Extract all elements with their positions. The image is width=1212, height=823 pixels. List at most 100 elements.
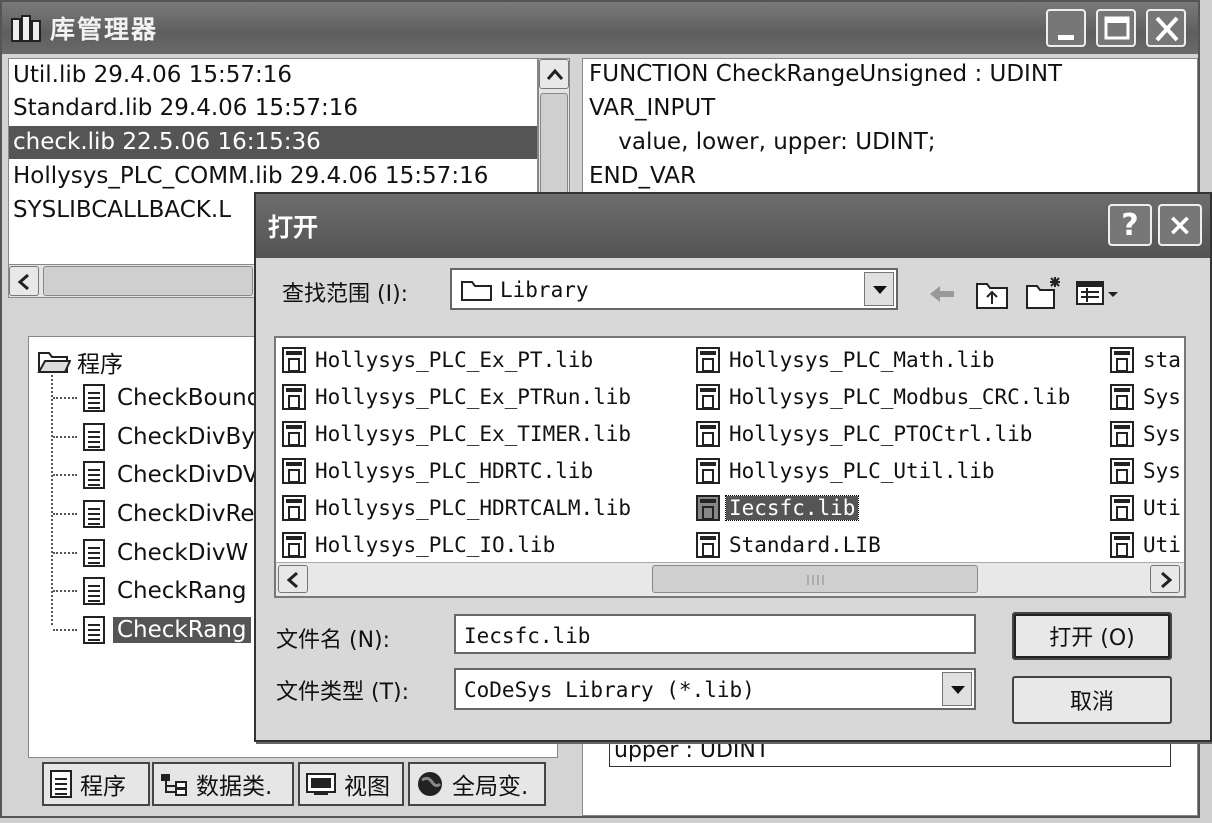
file-item[interactable]: Hollysys_PLC_Ex_PT.lib [282,342,596,378]
tree-item-label: CheckDivRe [117,501,255,527]
tree-root-programs[interactable]: 程序 [37,345,123,379]
tree-item[interactable]: CheckDivDV [83,458,263,492]
tree-item[interactable]: CheckRang [83,574,251,608]
file-item-selected[interactable]: Iecsfc.lib [696,490,860,526]
close-icon: × [1167,207,1193,243]
file-item[interactable]: Hollysys_PLC_Util.lib [696,453,998,489]
code-line: END_VAR [589,163,696,189]
tree-connector [53,552,77,554]
file-item[interactable]: Sys [1110,453,1184,489]
chevron-down-icon[interactable] [942,672,972,706]
file-item[interactable]: Hollysys_PLC_PTOCtrl.lib [696,416,1035,452]
library-file-icon [696,384,720,410]
library-file-icon [1110,458,1134,484]
file-item[interactable]: Uti [1110,490,1184,526]
view-menu-icon[interactable] [1074,274,1124,314]
back-icon[interactable] [924,274,958,314]
file-item[interactable]: Hollysys_PLC_Ex_TIMER.lib [282,416,634,452]
tab-visualizations[interactable]: 视图 [298,762,404,806]
open-button[interactable]: 打开 (O) [1012,612,1172,660]
title-bar[interactable]: 库管理器 [2,2,1198,54]
tree-item-selected[interactable]: CheckRang [83,613,251,647]
file-item[interactable]: Hollysys_PLC_IO.lib [282,527,558,563]
tree-connector [53,513,77,515]
library-item[interactable]: Standard.lib 29.4.06 15:57:16 [9,92,537,125]
document-icon [83,577,105,605]
document-icon [83,500,105,528]
library-item[interactable]: Util.lib 29.4.06 15:57:16 [9,59,537,92]
look-in-dropdown[interactable]: Library [450,268,898,310]
chevron-left-icon [286,571,298,589]
dialog-title-bar[interactable]: 打开 ? × [256,194,1210,258]
file-item[interactable]: Uti [1110,527,1184,563]
maximize-button[interactable] [1096,9,1136,47]
help-button[interactable]: ? [1108,204,1152,246]
library-file-icon [1110,532,1134,558]
tree-item[interactable]: CheckDivBy [83,420,259,454]
tree-connector [51,375,53,625]
file-item[interactable]: Sys [1110,416,1184,452]
code-view[interactable]: FUNCTION CheckRangeUnsigned : UDINT VAR_… [582,58,1198,198]
code-line: VAR_INPUT [589,95,716,121]
file-name: Uti [1143,533,1181,557]
chevron-left-icon [17,273,29,291]
filetype-dropdown[interactable]: CoDeSys Library (*.lib) [454,668,976,710]
file-item[interactable]: Standard.LIB [696,527,884,563]
file-list-horizontal-scrollbar[interactable] [276,562,1184,596]
scroll-thumb[interactable] [43,266,253,296]
filename-input[interactable]: Iecsfc.lib [454,614,976,654]
tab-programs[interactable]: 程序 [42,762,150,806]
filename-label: 文件名 (N): [276,628,391,653]
document-icon [83,539,105,567]
library-list-horizontal-scrollbar[interactable] [8,264,256,298]
file-item[interactable]: Hollysys_PLC_Math.lib [696,342,998,378]
chevron-down-icon[interactable] [864,272,894,306]
library-item[interactable]: Hollysys_PLC_COMM.lib 29.4.06 15:57:16 [9,160,537,193]
tab-global-variables[interactable]: 全局变. [408,762,546,806]
close-button[interactable] [1146,9,1186,47]
tree-item-label: CheckRang [117,578,247,604]
tree-item[interactable]: CheckBound [83,381,265,415]
file-item[interactable]: Hollysys_PLC_HDRTC.lib [282,453,596,489]
file-item[interactable]: sta [1110,342,1184,378]
dialog-close-button[interactable]: × [1158,204,1202,246]
scroll-left-button[interactable] [9,266,39,296]
tab-data-types[interactable]: 数据类. [152,762,294,806]
file-name: Hollysys_PLC_PTOCtrl.lib [729,422,1033,446]
scroll-thumb[interactable] [652,565,978,593]
file-name: Sys [1143,422,1181,446]
scroll-right-button[interactable] [1150,565,1180,593]
tree-item[interactable]: CheckDivW [83,536,252,570]
tree-item-label: CheckDivW [117,540,249,566]
file-name: Uti [1143,496,1181,520]
minimize-button[interactable] [1046,9,1086,47]
chevron-right-icon [1161,571,1173,589]
file-name: Sys [1143,459,1181,483]
scroll-left-button[interactable] [278,565,308,593]
scroll-thumb[interactable] [540,93,568,203]
file-item[interactable]: Hollysys_PLC_Modbus_CRC.lib [696,379,1073,415]
open-file-dialog: 打开 ? × 查找范围 (I): Library Hollysys_PLC_Ex… [254,192,1212,742]
file-item[interactable]: Sys [1110,379,1184,415]
cancel-button[interactable]: 取消 [1012,676,1172,724]
new-folder-icon[interactable] [1024,274,1064,314]
library-file-icon [696,421,720,447]
up-folder-icon[interactable] [974,274,1010,314]
document-icon [83,384,105,412]
file-list[interactable]: Hollysys_PLC_Ex_PT.lib Hollysys_PLC_Ex_P… [274,336,1186,598]
file-item[interactable]: Hollysys_PLC_HDRTCALM.lib [282,490,634,526]
tree-item[interactable]: CheckDivRe [83,497,259,531]
library-file-icon [1110,347,1134,373]
look-in-label: 查找范围 (I): [282,282,409,307]
library-item-selected[interactable]: check.lib 22.5.06 16:15:36 [9,126,537,159]
library-file-icon [696,458,720,484]
help-icon: ? [1121,207,1139,243]
document-icon [83,461,105,489]
library-file-icon [1110,495,1134,521]
scroll-up-button[interactable] [539,59,569,89]
library-file-icon [696,532,720,558]
globe-icon [418,772,442,796]
minimize-icon [1058,35,1074,40]
file-item[interactable]: Hollysys_PLC_Ex_PTRun.lib [282,379,634,415]
library-file-icon [696,495,720,521]
